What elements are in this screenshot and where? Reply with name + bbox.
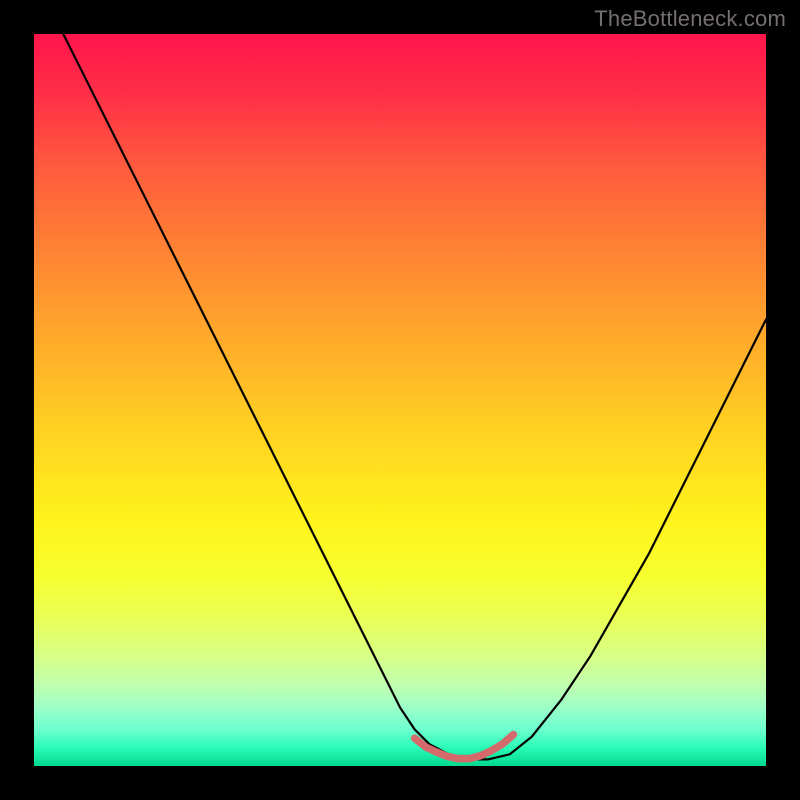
chart-plot	[34, 34, 766, 766]
curve-black	[63, 34, 766, 759]
curve-pink-bottom	[415, 735, 514, 759]
watermark-text: TheBottleneck.com	[594, 6, 786, 32]
chart-frame: TheBottleneck.com	[0, 0, 800, 800]
